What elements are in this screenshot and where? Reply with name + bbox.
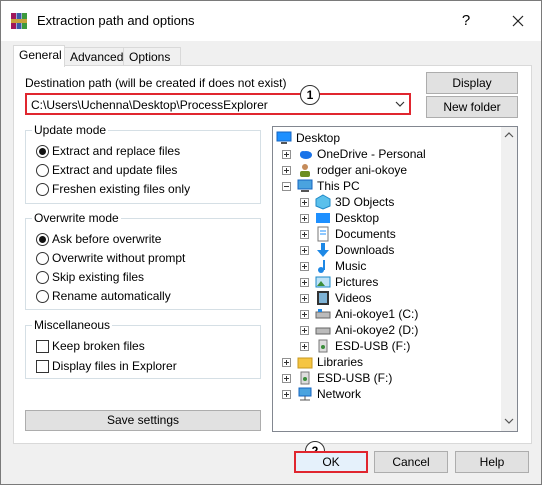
destination-label: Destination path (will be created if doe…	[25, 76, 287, 90]
scroll-up-icon[interactable]	[504, 131, 514, 139]
radio-label: Extract and update files	[52, 163, 178, 177]
miscellaneous-title: Miscellaneous	[32, 318, 113, 332]
overwrite-mode-group: Overwrite mode Ask before overwrite Over…	[25, 211, 261, 310]
tree-item-label: Ani-okoye1 (C:)	[335, 307, 419, 321]
title-bar: Extraction path and options ?	[1, 1, 541, 41]
tab-advanced[interactable]: Advanced	[64, 47, 130, 66]
expand-icon[interactable]	[282, 390, 291, 399]
checkbox[interactable]	[36, 340, 49, 353]
desktop-icon	[316, 213, 330, 223]
destination-path-combobox[interactable]: C:\Users\Uchenna\Desktop\ProcessExplorer	[25, 93, 411, 115]
user-icon	[300, 164, 310, 177]
tree-item-label: ESD-USB (F:)	[335, 339, 411, 353]
expand-icon[interactable]	[282, 166, 291, 175]
update-mode-group: Update mode Extract and replace files Ex…	[25, 123, 261, 204]
expand-icon[interactable]	[300, 262, 309, 271]
tab-general[interactable]: General	[13, 45, 65, 67]
usb-drive-icon	[300, 371, 310, 385]
overwrite-mode-title: Overwrite mode	[32, 211, 121, 225]
radio-label: Ask before overwrite	[52, 232, 162, 246]
tree-item-label: Documents	[335, 227, 396, 241]
help-button[interactable]: Help	[455, 451, 529, 473]
tree-item-label: Music	[335, 259, 367, 273]
cancel-button[interactable]: Cancel	[374, 451, 448, 473]
radio-button[interactable]	[36, 164, 49, 177]
tree-item-label: rodger ani-okoye	[317, 163, 408, 177]
computer-icon	[297, 179, 313, 192]
tab-options[interactable]: Options	[123, 47, 181, 66]
tree-item-label: Downloads	[335, 243, 395, 257]
display-button[interactable]: Display	[426, 72, 518, 94]
network-icon	[298, 387, 312, 401]
tree-item-label: Pictures	[335, 275, 379, 289]
radio-label: Extract and replace files	[52, 144, 181, 158]
annotation-badge-1: 1	[300, 85, 320, 105]
tree-item-label: Desktop	[296, 131, 341, 145]
tree-item-label: This PC	[317, 179, 360, 193]
tree-scrollbar[interactable]	[501, 127, 517, 431]
expand-icon[interactable]	[300, 326, 309, 335]
radio-label: Overwrite without prompt	[52, 251, 186, 265]
download-icon	[317, 243, 329, 257]
radio-label: Skip existing files	[52, 270, 145, 284]
expand-icon[interactable]	[300, 230, 309, 239]
window-title: Extraction path and options	[37, 13, 195, 28]
tree-item-label: Desktop	[335, 211, 380, 225]
chevron-down-icon[interactable]	[395, 99, 405, 109]
tree-item-label: ESD-USB (F:)	[317, 371, 393, 385]
radio-button[interactable]	[36, 252, 49, 265]
new-folder-button[interactable]: New folder	[426, 96, 518, 118]
save-settings-button[interactable]: Save settings	[25, 410, 261, 431]
radio-button[interactable]	[36, 271, 49, 284]
tree-item-label: 3D Objects	[335, 195, 395, 209]
radio-label: Freshen existing files only	[52, 182, 191, 196]
libraries-icon	[297, 357, 313, 369]
radio-button[interactable]	[36, 145, 49, 158]
update-mode-title: Update mode	[32, 123, 109, 137]
pictures-icon	[315, 276, 331, 288]
expand-icon[interactable]	[300, 198, 309, 207]
cloud-icon	[300, 151, 312, 159]
tree-item-label: Ani-okoye2 (D:)	[335, 323, 419, 337]
extraction-dialog: Extraction path and options ? General Ad…	[0, 0, 542, 485]
expand-icon[interactable]	[300, 310, 309, 319]
expand-icon[interactable]	[282, 358, 291, 367]
expand-icon[interactable]	[300, 214, 309, 223]
miscellaneous-group: Miscellaneous Keep broken files Display …	[25, 318, 261, 379]
drive-icon	[315, 327, 331, 335]
destination-path-value: C:\Users\Uchenna\Desktop\ProcessExplorer	[31, 98, 268, 112]
radio-button[interactable]	[36, 290, 49, 303]
folder-tree[interactable]: Desktop OneDrive - Personal rodger ani-o…	[272, 126, 518, 432]
scroll-down-icon[interactable]	[504, 417, 514, 425]
ok-button[interactable]: OK	[294, 451, 368, 473]
tree-item-label: Libraries	[317, 355, 364, 369]
expand-icon[interactable]	[300, 342, 309, 351]
videos-icon	[317, 291, 329, 305]
cube-icon	[315, 194, 331, 210]
checkbox-label: Display files in Explorer	[52, 359, 177, 373]
winrar-icon	[11, 13, 27, 29]
music-icon	[318, 260, 325, 273]
expand-icon[interactable]	[300, 278, 309, 287]
checkbox-label: Keep broken files	[52, 339, 145, 353]
close-icon[interactable]	[506, 9, 530, 33]
checkbox[interactable]	[36, 360, 49, 373]
drive-icon	[315, 309, 331, 319]
collapse-icon[interactable]	[282, 182, 291, 191]
desktop-icon	[276, 131, 292, 144]
expand-icon[interactable]	[282, 374, 291, 383]
tree-item-label: OneDrive - Personal	[317, 147, 426, 161]
tree-item-label: Network	[317, 387, 362, 401]
expand-icon[interactable]	[300, 294, 309, 303]
help-title-button[interactable]: ?	[456, 11, 476, 31]
radio-button[interactable]	[36, 183, 49, 196]
radio-label: Rename automatically	[52, 289, 171, 303]
expand-icon[interactable]	[300, 246, 309, 255]
usb-drive-icon	[318, 339, 328, 353]
tree-item-label: Videos	[335, 291, 372, 305]
documents-icon	[317, 226, 329, 242]
radio-button[interactable]	[36, 233, 49, 246]
expand-icon[interactable]	[282, 150, 291, 159]
